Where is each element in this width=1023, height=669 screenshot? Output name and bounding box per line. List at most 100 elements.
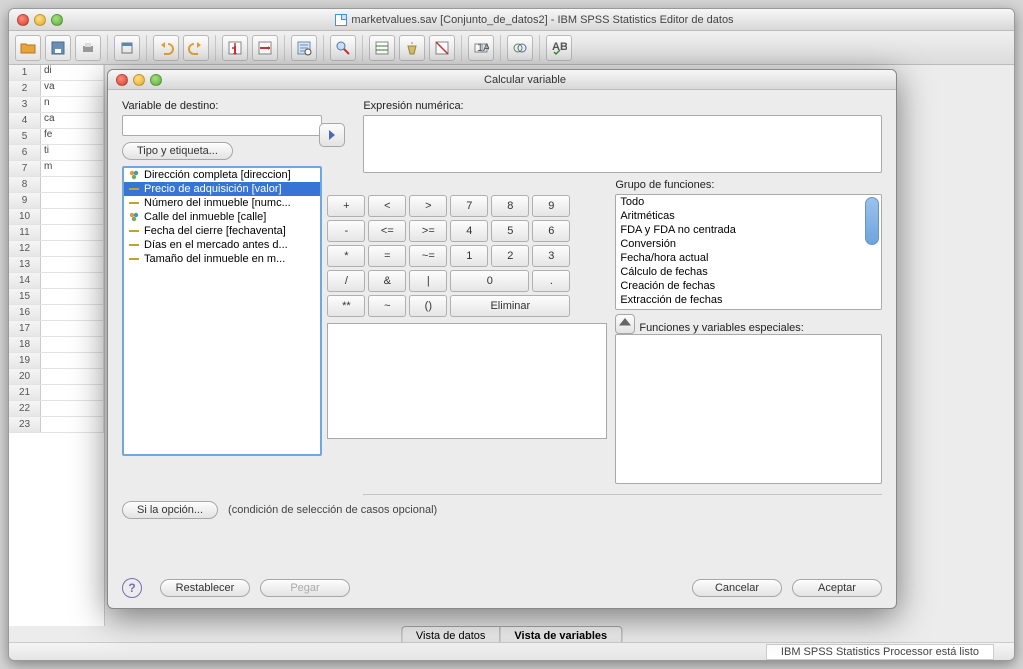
key-1[interactable]: 1	[450, 245, 488, 267]
function-group-list[interactable]: TodoAritméticasFDA y FDA no centradaConv…	[615, 194, 882, 310]
key-ge[interactable]: >=	[409, 220, 447, 242]
row-header[interactable]: 22	[9, 401, 41, 416]
variable-item[interactable]: Tamaño del inmueble en m...	[124, 252, 320, 266]
key-minus[interactable]: -	[327, 220, 365, 242]
reset-button[interactable]: Restablecer	[160, 579, 250, 597]
cell[interactable]: va	[41, 81, 104, 96]
key-dot[interactable]: .	[532, 270, 570, 292]
grid-row[interactable]: 10	[9, 209, 104, 225]
help-button[interactable]: ?	[122, 578, 142, 598]
grid-row[interactable]: 1di	[9, 65, 104, 81]
key-6[interactable]: 6	[532, 220, 570, 242]
variable-item[interactable]: Número del inmueble [numc...	[124, 196, 320, 210]
key-parens[interactable]: ()	[409, 295, 447, 317]
key-lt[interactable]: <	[368, 195, 406, 217]
grid-row[interactable]: 19	[9, 353, 104, 369]
type-and-label-button[interactable]: Tipo y etiqueta...	[122, 142, 233, 160]
key-8[interactable]: 8	[491, 195, 529, 217]
numeric-expression-input[interactable]	[363, 115, 882, 173]
special-functions-list[interactable]	[615, 334, 882, 484]
function-group-item[interactable]: Fecha/hora actual	[616, 251, 881, 265]
grid-row[interactable]: 20	[9, 369, 104, 385]
row-header[interactable]: 14	[9, 273, 41, 288]
grid-row[interactable]: 14	[9, 273, 104, 289]
key-0[interactable]: 0	[450, 270, 529, 292]
row-header[interactable]: 11	[9, 225, 41, 240]
function-group-item[interactable]: Conversión	[616, 237, 881, 251]
cancel-button[interactable]: Cancelar	[692, 579, 782, 597]
cell[interactable]	[41, 193, 104, 208]
key-not[interactable]: ~	[368, 295, 406, 317]
grid-row[interactable]: 8	[9, 177, 104, 193]
close-window-button[interactable]	[17, 14, 29, 26]
grid-row[interactable]: 4ca	[9, 113, 104, 129]
key-eq[interactable]: =	[368, 245, 406, 267]
cell[interactable]: ti	[41, 145, 104, 160]
key-div[interactable]: /	[327, 270, 365, 292]
key-4[interactable]: 4	[450, 220, 488, 242]
row-header[interactable]: 7	[9, 161, 41, 176]
find-button[interactable]	[330, 35, 356, 61]
grid-row[interactable]: 18	[9, 337, 104, 353]
paste-button[interactable]: Pegar	[260, 579, 350, 597]
key-3[interactable]: 3	[532, 245, 570, 267]
row-header[interactable]: 15	[9, 289, 41, 304]
row-header[interactable]: 3	[9, 97, 41, 112]
grid-row[interactable]: 5fe	[9, 129, 104, 145]
dialog-close-button[interactable]	[116, 74, 128, 86]
cell[interactable]: n	[41, 97, 104, 112]
function-group-item[interactable]: Aritméticas	[616, 209, 881, 223]
cell[interactable]: di	[41, 65, 104, 80]
key-2[interactable]: 2	[491, 245, 529, 267]
cell[interactable]	[41, 241, 104, 256]
row-header[interactable]: 10	[9, 209, 41, 224]
select-cases-button[interactable]	[429, 35, 455, 61]
key-plus[interactable]: +	[327, 195, 365, 217]
key-le[interactable]: <=	[368, 220, 406, 242]
cell[interactable]	[41, 401, 104, 416]
cell[interactable]	[41, 225, 104, 240]
split-file-button[interactable]	[369, 35, 395, 61]
key-7[interactable]: 7	[450, 195, 488, 217]
value-labels-button[interactable]: 1A	[468, 35, 494, 61]
variable-item[interactable]: Precio de adquisición [valor]	[124, 182, 320, 196]
grid-row[interactable]: 22	[9, 401, 104, 417]
minimize-window-button[interactable]	[34, 14, 46, 26]
row-header[interactable]: 2	[9, 81, 41, 96]
grid-row[interactable]: 23	[9, 417, 104, 433]
cell[interactable]	[41, 273, 104, 288]
variable-list[interactable]: Dirección completa [direccion]Precio de …	[122, 166, 322, 456]
key-delete[interactable]: Eliminar	[450, 295, 570, 317]
cell[interactable]	[41, 289, 104, 304]
row-header[interactable]: 20	[9, 369, 41, 384]
grid-row[interactable]: 11	[9, 225, 104, 241]
print-button[interactable]	[75, 35, 101, 61]
cell[interactable]	[41, 385, 104, 400]
grid-row[interactable]: 6ti	[9, 145, 104, 161]
variables-button[interactable]	[291, 35, 317, 61]
ok-button[interactable]: Aceptar	[792, 579, 882, 597]
open-file-button[interactable]	[15, 35, 41, 61]
cell[interactable]: ca	[41, 113, 104, 128]
cell[interactable]	[41, 321, 104, 336]
zoom-window-button[interactable]	[51, 14, 63, 26]
cell[interactable]	[41, 209, 104, 224]
spellcheck-button[interactable]: ABC	[546, 35, 572, 61]
row-header[interactable]: 19	[9, 353, 41, 368]
grid-row[interactable]: 3n	[9, 97, 104, 113]
variable-item[interactable]: Fecha del cierre [fechaventa]	[124, 224, 320, 238]
row-header[interactable]: 9	[9, 193, 41, 208]
use-sets-button[interactable]	[507, 35, 533, 61]
grid-row[interactable]: 7m	[9, 161, 104, 177]
undo-button[interactable]	[153, 35, 179, 61]
redo-button[interactable]	[183, 35, 209, 61]
key-5[interactable]: 5	[491, 220, 529, 242]
key-9[interactable]: 9	[532, 195, 570, 217]
cell[interactable]	[41, 305, 104, 320]
variable-item[interactable]: Días en el mercado antes d...	[124, 238, 320, 252]
row-header[interactable]: 4	[9, 113, 41, 128]
variable-item[interactable]: Calle del inmueble [calle]	[124, 210, 320, 224]
cell[interactable]: m	[41, 161, 104, 176]
function-group-item[interactable]: Todo	[616, 195, 881, 209]
row-header[interactable]: 16	[9, 305, 41, 320]
